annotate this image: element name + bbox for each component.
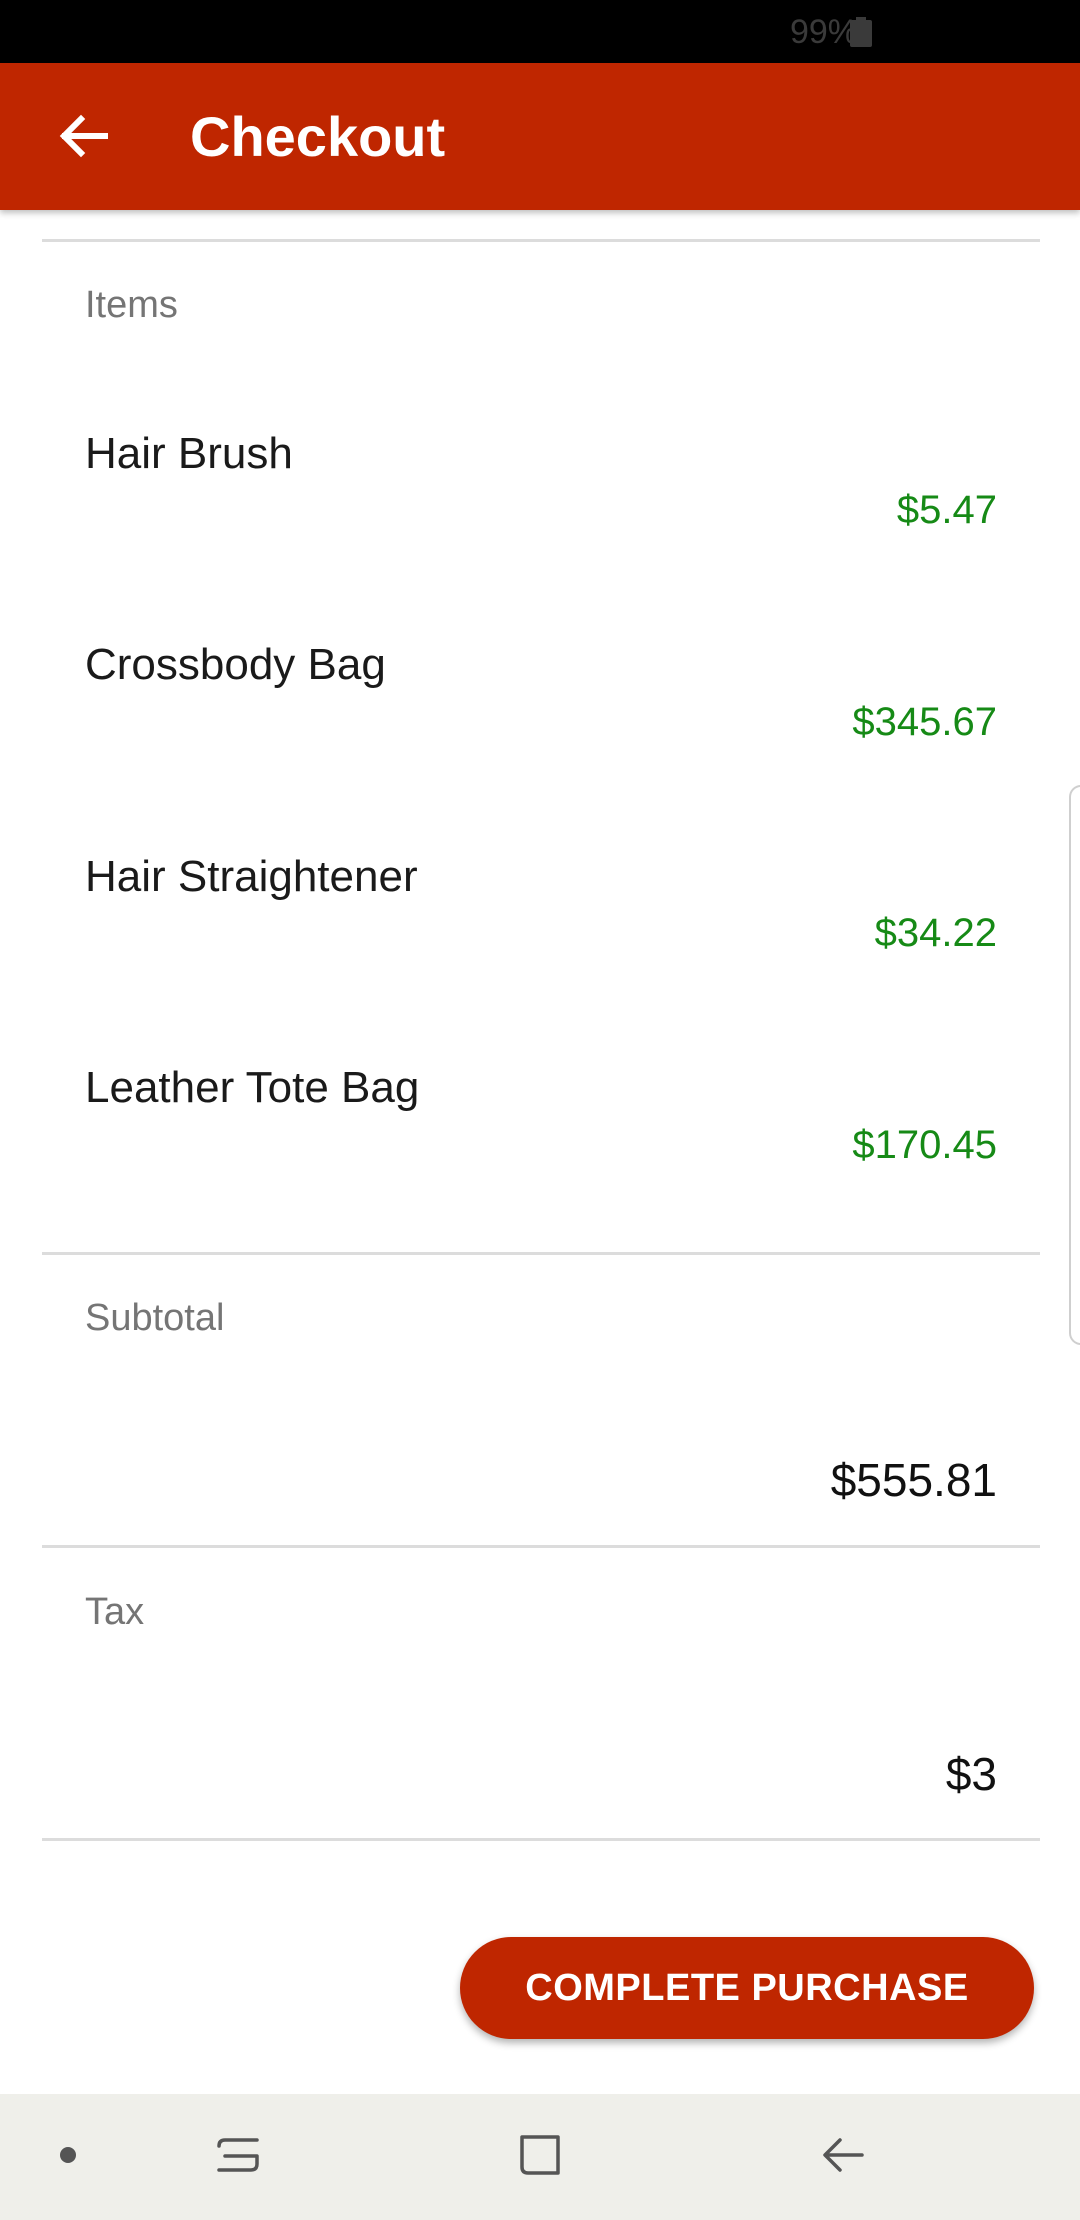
status-bar: 99% (0, 0, 1080, 63)
subtotal-value: $555.81 (830, 1454, 997, 1506)
items-section-label: Items (85, 284, 178, 326)
back-button[interactable] (40, 95, 126, 181)
item-name-leather-tote-bag: Leather Tote Bag (85, 1063, 420, 1112)
complete-purchase-button[interactable]: COMPLETE PURCHASE (460, 1937, 1034, 2039)
checkout-screen: 99% Checkout Items Hair Brush $5.47 Cros… (0, 0, 1080, 2220)
item-name-hair-straightener: Hair Straightener (85, 852, 418, 901)
nav-back-button[interactable] (800, 2114, 886, 2200)
nav-home-button[interactable] (497, 2114, 583, 2200)
tax-value: $3 (945, 1748, 997, 1800)
tax-label: Tax (85, 1591, 145, 1633)
dot-icon (58, 2145, 78, 2170)
recent-apps-icon (213, 2130, 263, 2185)
battery-icon (848, 17, 874, 47)
arrow-back-icon (57, 110, 109, 167)
divider (42, 1252, 1040, 1255)
item-name-hair-brush: Hair Brush (85, 429, 293, 478)
scroll-handle[interactable] (1069, 785, 1080, 1345)
nav-recent-apps-button[interactable] (195, 2114, 281, 2200)
item-price-leather-tote-bag: $170.45 (852, 1123, 997, 1167)
system-nav-bar (0, 2094, 1080, 2220)
item-price-hair-straightener: $34.22 (874, 911, 997, 955)
home-icon (515, 2130, 565, 2185)
nav-dot-button[interactable] (25, 2114, 111, 2200)
divider (42, 1838, 1040, 1841)
item-price-hair-brush: $5.47 (896, 488, 997, 532)
page-title: Checkout (190, 105, 446, 168)
back-icon (818, 2130, 868, 2185)
divider (42, 1545, 1040, 1548)
subtotal-label: Subtotal (85, 1297, 225, 1339)
app-bar: Checkout (0, 63, 1080, 210)
item-price-crossbody-bag: $345.67 (852, 700, 997, 744)
divider (42, 239, 1040, 242)
item-name-crossbody-bag: Crossbody Bag (85, 640, 386, 689)
